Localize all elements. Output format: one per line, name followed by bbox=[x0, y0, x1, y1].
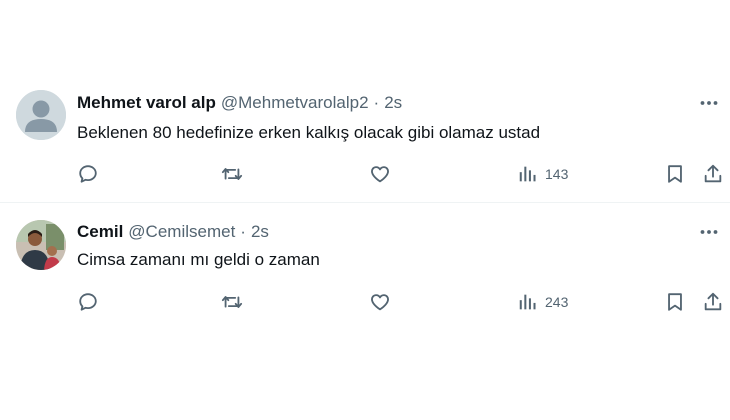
reply-button[interactable] bbox=[77, 290, 99, 314]
more-options-button[interactable] bbox=[698, 221, 720, 243]
share-icon bbox=[704, 292, 722, 311]
tweet-header: Mehmet varol alp @Mehmetvarolalp2 · 2s bbox=[77, 92, 402, 114]
reply-feed: Mehmet varol alp @Mehmetvarolalp2 · 2s B… bbox=[0, 0, 730, 420]
reply-icon bbox=[79, 293, 97, 311]
like-button[interactable] bbox=[369, 290, 391, 314]
reply-button[interactable] bbox=[77, 162, 99, 186]
more-icon bbox=[700, 101, 718, 105]
bookmark-button[interactable] bbox=[664, 162, 686, 186]
share-button[interactable] bbox=[702, 162, 724, 186]
more-options-button[interactable] bbox=[698, 92, 720, 114]
profile-photo bbox=[16, 220, 66, 270]
tweet-actions: 143 bbox=[0, 162, 730, 186]
heart-icon bbox=[371, 166, 389, 183]
heart-icon bbox=[371, 294, 389, 311]
retweet-button[interactable] bbox=[221, 162, 243, 186]
avatar[interactable] bbox=[16, 220, 66, 270]
default-avatar-icon bbox=[16, 90, 66, 140]
separator-dot: · bbox=[373, 93, 380, 112]
tweet-header: Cemil @Cemilsemet · 2s bbox=[77, 221, 269, 243]
share-button[interactable] bbox=[702, 290, 724, 314]
separator-dot: · bbox=[240, 222, 246, 241]
tweet-text: Cimsa zamanı mı geldi o zaman bbox=[77, 250, 320, 269]
retweet-icon bbox=[221, 296, 243, 308]
display-name[interactable]: Mehmet varol alp bbox=[77, 93, 216, 113]
bookmark-button[interactable] bbox=[664, 290, 686, 314]
bookmark-icon bbox=[668, 293, 682, 311]
user-handle[interactable]: @Mehmetvarolalp2 bbox=[221, 93, 369, 113]
timestamp[interactable]: 2s bbox=[251, 222, 269, 242]
avatar[interactable] bbox=[16, 90, 66, 140]
views-count: 243 bbox=[545, 294, 569, 310]
views-button[interactable]: 143 bbox=[517, 162, 568, 186]
views-count: 143 bbox=[545, 166, 569, 182]
analytics-icon bbox=[519, 166, 536, 182]
retweet-icon bbox=[221, 168, 243, 180]
views-button[interactable]: 243 bbox=[517, 290, 568, 314]
display-name[interactable]: Cemil bbox=[77, 222, 123, 242]
tweet[interactable]: Mehmet varol alp @Mehmetvarolalp2 · 2s B… bbox=[0, 76, 730, 202]
tweet[interactable]: Cemil @Cemilsemet · 2s Cimsa zamanı mı g… bbox=[0, 204, 730, 330]
analytics-icon bbox=[519, 294, 536, 310]
like-button[interactable] bbox=[369, 162, 391, 186]
tweet-text: Beklenen 80 hedefinize erken kalkış olac… bbox=[77, 123, 541, 142]
reply-icon bbox=[79, 165, 97, 183]
bookmark-icon bbox=[668, 165, 682, 183]
tweet-divider bbox=[0, 202, 730, 203]
more-icon bbox=[700, 230, 718, 234]
retweet-button[interactable] bbox=[221, 290, 243, 314]
share-icon bbox=[704, 164, 722, 183]
tweet-actions: 243 bbox=[0, 290, 730, 314]
timestamp[interactable]: 2s bbox=[384, 93, 402, 113]
user-handle[interactable]: @Cemilsemet bbox=[128, 222, 235, 242]
